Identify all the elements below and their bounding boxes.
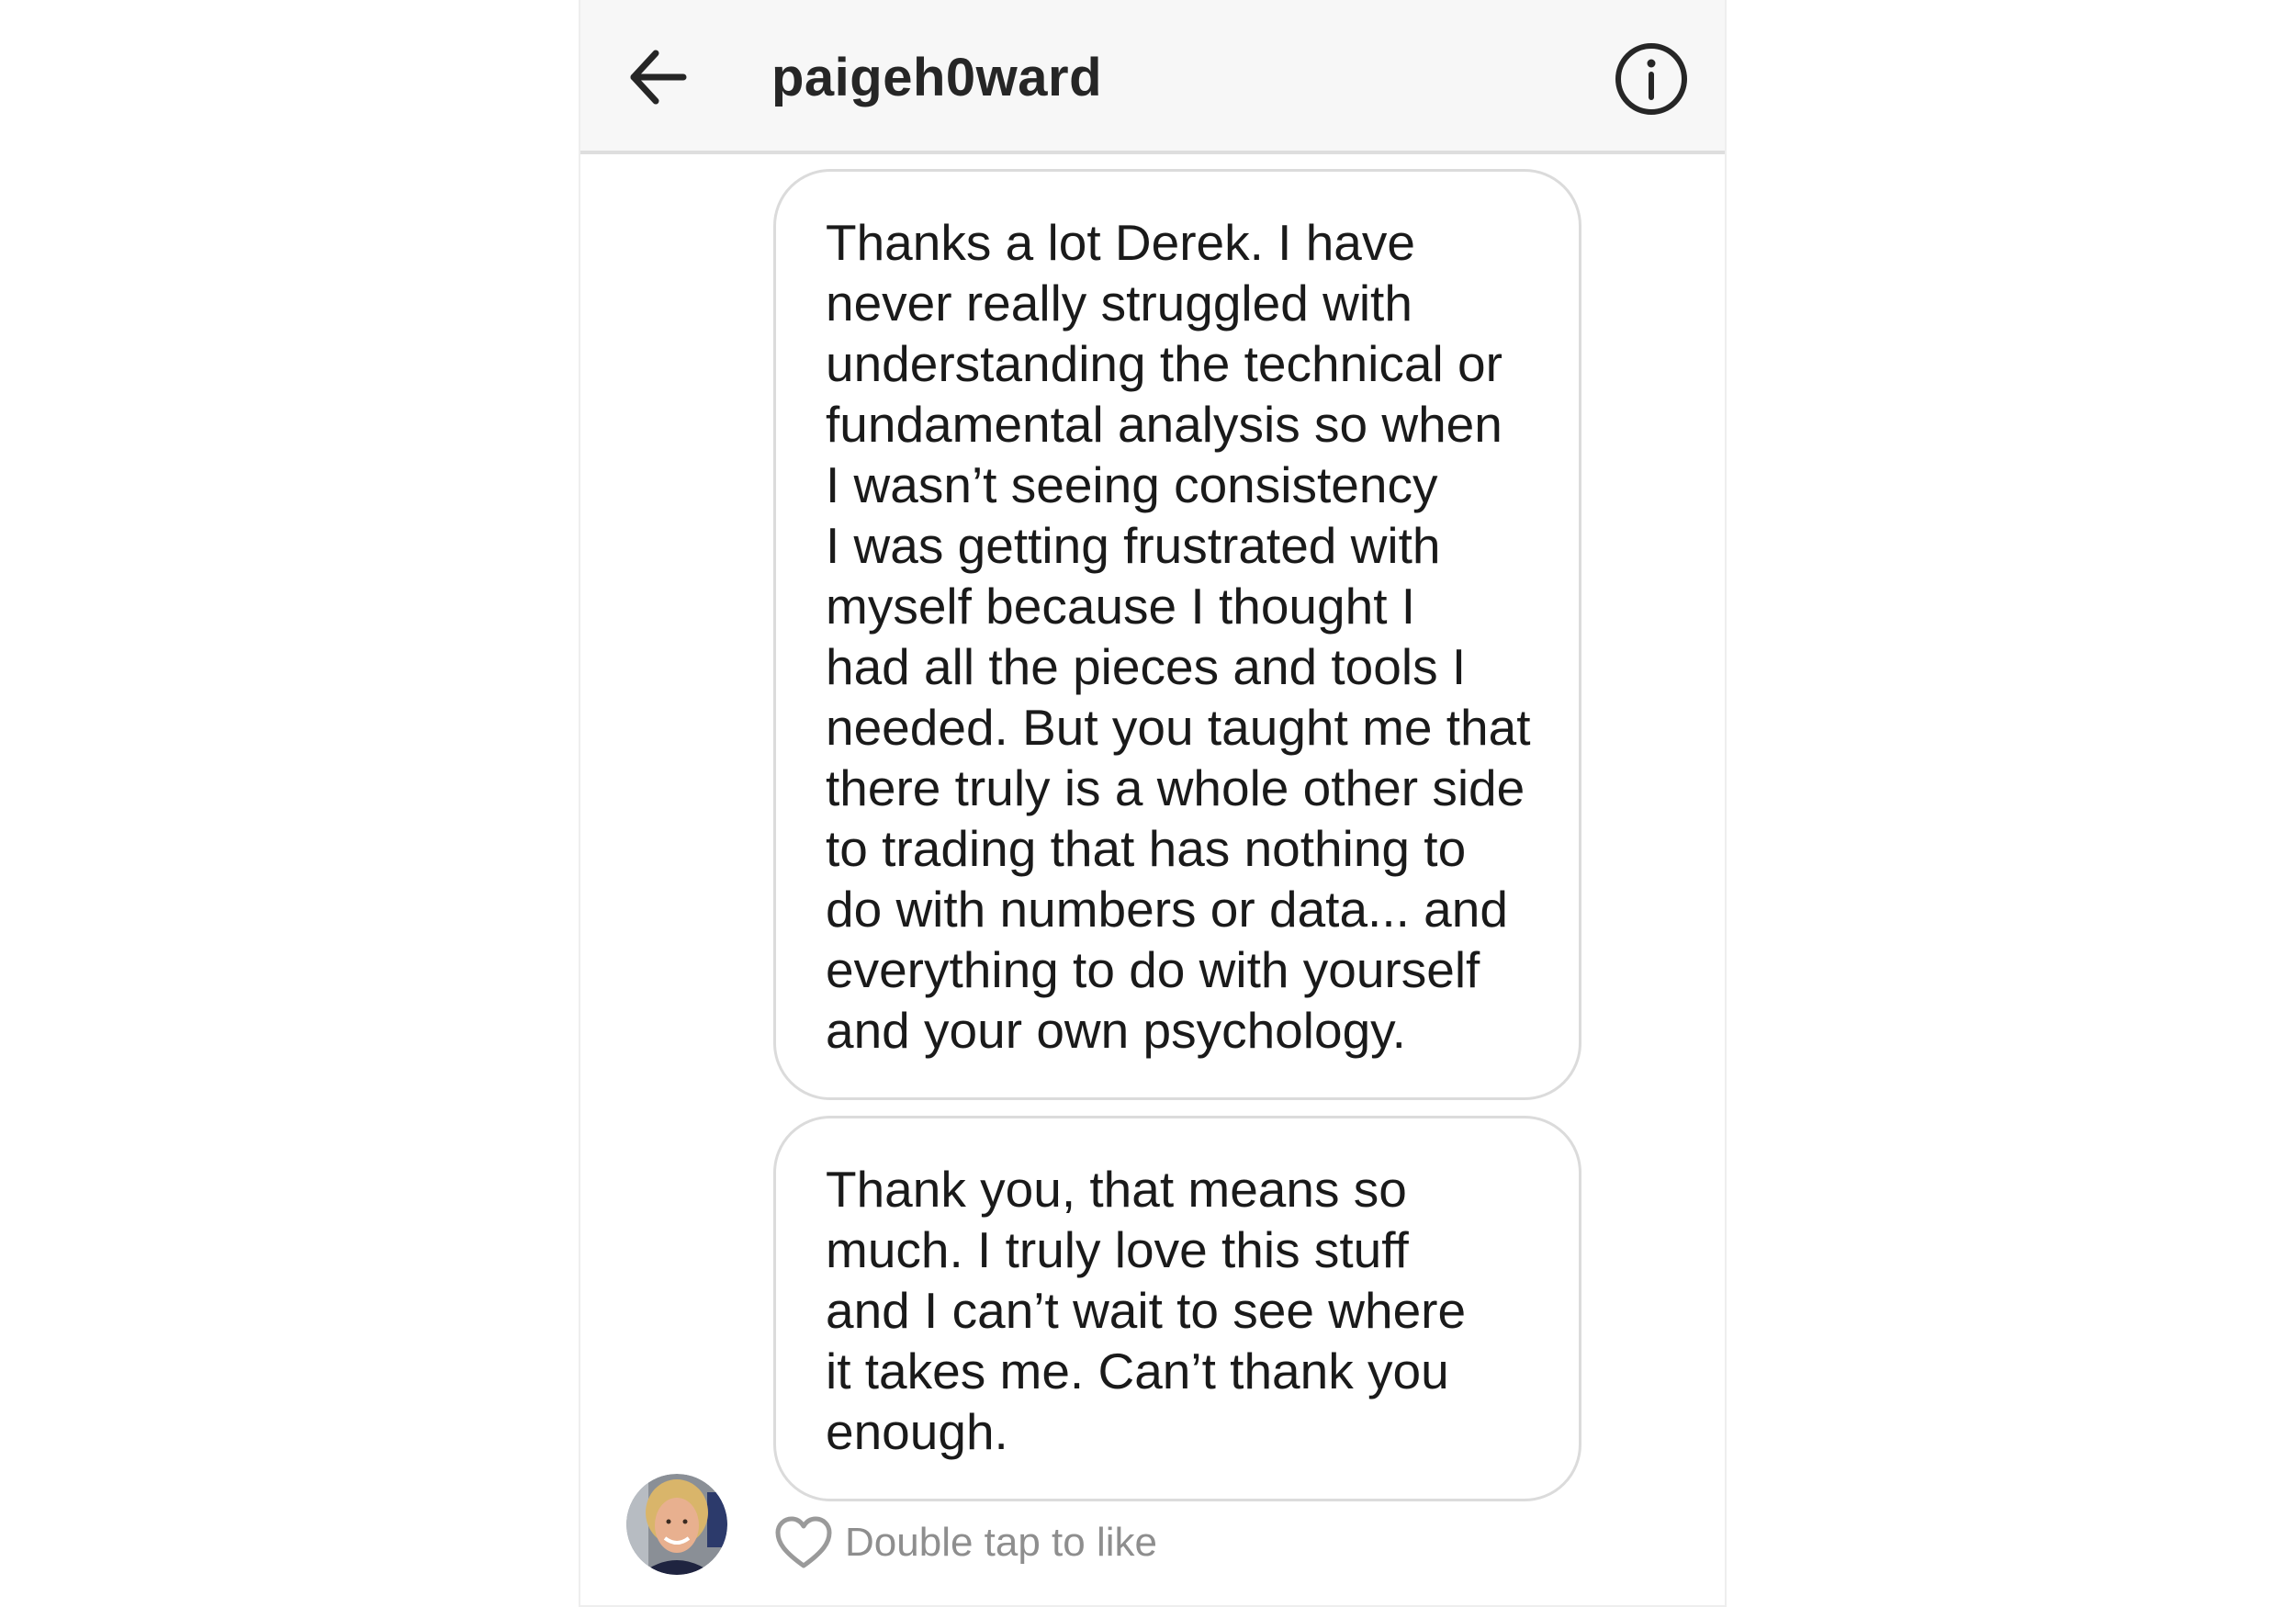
message-bubble[interactable]: Thank you, that means so much. I truly l… <box>773 1116 1581 1501</box>
like-hint-label: Double tap to like <box>845 1520 1157 1565</box>
message-bubble[interactable]: Thanks a lot Derek. I have never really … <box>773 169 1581 1100</box>
profile-avatar <box>626 1474 727 1575</box>
message-text: Thank you, that means so much. I truly l… <box>826 1161 1467 1460</box>
info-button[interactable] <box>1613 40 1690 118</box>
thread-header: paigeh0ward <box>580 0 1725 154</box>
thread-username[interactable]: paigeh0ward <box>771 46 1102 110</box>
double-tap-like-hint[interactable]: Double tap to like <box>773 1511 1157 1575</box>
message-text: Thanks a lot Derek. I have never really … <box>826 214 1531 1059</box>
arrow-left-icon <box>630 50 687 105</box>
heart-outline-icon <box>775 1516 832 1568</box>
info-circle-icon <box>1615 43 1687 115</box>
dm-thread-screen: paigeh0ward Thanks a lot Derek. I have n… <box>579 0 1727 1607</box>
back-button[interactable] <box>623 42 692 112</box>
avatar[interactable] <box>626 1474 727 1575</box>
